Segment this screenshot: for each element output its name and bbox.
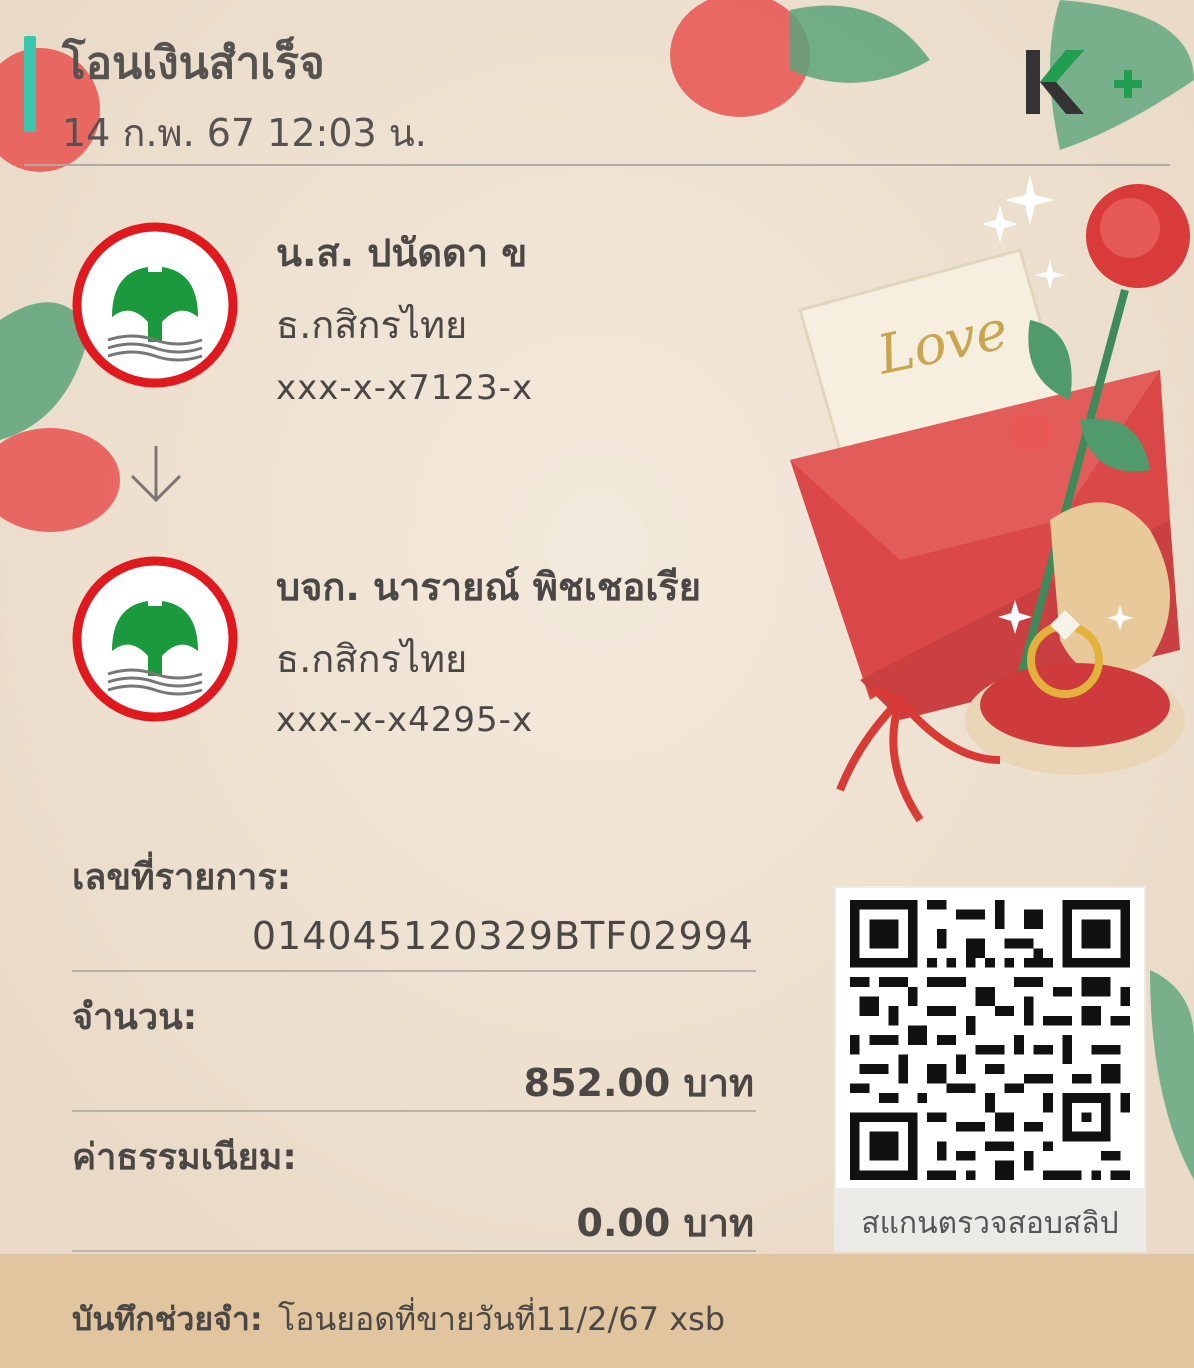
fee-divider	[72, 1250, 756, 1252]
sender-name: น.ส. ปนัดดา ข	[276, 231, 528, 275]
memo-text: โอนยอดที่ขายวันที่11/2/67 xsb	[278, 1300, 726, 1338]
receiver-name: บจก. นารายณ์ พิชเชอเรีย	[276, 565, 701, 609]
transfer-datetime: 14 ก.พ. 67 12:03 น.	[62, 111, 427, 155]
qr-code-frame[interactable]	[836, 888, 1144, 1188]
page-title: โอนเงินสำเร็จ	[62, 38, 325, 89]
sender-bank-logo	[72, 222, 238, 388]
fee-value: 0.00 บาท	[576, 1201, 755, 1245]
amount-divider	[72, 1110, 756, 1112]
memo-label: บันทึกช่วยจำ:	[72, 1300, 263, 1338]
arrow-down-icon	[130, 446, 182, 503]
header-divider	[24, 164, 1170, 166]
qr-caption: สแกนตรวจสอบสลิป	[861, 1206, 1119, 1241]
amount-value: 852.00 บาท	[523, 1061, 754, 1105]
amount-label: จำนวน:	[72, 997, 198, 1038]
sender-bank: ธ.กสิกรไทย	[276, 303, 468, 347]
receiver-bank-logo	[72, 556, 238, 722]
qr-code-icon[interactable]	[850, 900, 1130, 1180]
reference-label: เลขที่รายการ:	[72, 857, 292, 898]
receiver-bank: ธ.กสิกรไทย	[276, 637, 468, 681]
fee-label: ค่าธรรมเนียม:	[72, 1137, 297, 1178]
reference-value: 014045120329BTF02994	[251, 914, 754, 958]
receiver-account: xxx-x-x4295-x	[276, 700, 534, 740]
title-accent-bar	[24, 36, 36, 132]
reference-divider	[72, 970, 756, 972]
sender-account: xxx-x-x7123-x	[276, 368, 534, 408]
kplus-logo	[1026, 50, 1142, 114]
